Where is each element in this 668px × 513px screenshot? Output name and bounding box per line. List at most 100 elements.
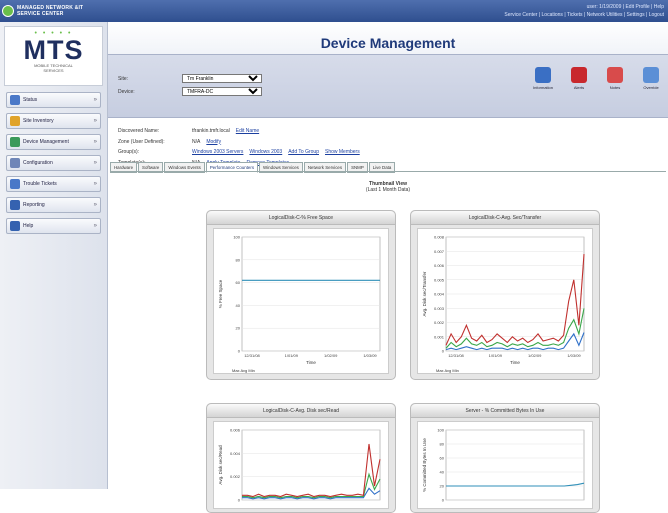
sidebar-item-3[interactable]: Configuration » (6, 155, 101, 171)
tool-label: Information (532, 85, 553, 90)
top-nav-links[interactable]: Service Center | Locations | Tickets | N… (504, 11, 664, 19)
top-bar: MANAGED NETWORK &IT SERVICE CENTER user: … (0, 0, 668, 22)
y-tick-label: 20 (236, 326, 241, 331)
sidebar-item-0[interactable]: Status » (6, 92, 101, 108)
property-link[interactable]: Edit Name (236, 128, 259, 134)
y-tick-label: 80 (236, 257, 241, 262)
brand-line-2: SERVICE CENTER (17, 11, 64, 17)
chevron-right-icon: » (93, 181, 97, 187)
sidebar-item-label: Site Inventory (23, 118, 54, 124)
notes-icon (607, 67, 623, 83)
alert-icon (571, 67, 587, 83)
main-content: Device Management Site: Tm Franklin Devi… (108, 22, 668, 513)
x-tick-label: 1/01/09 (285, 353, 299, 358)
sidebar-item-1[interactable]: Site Inventory » (6, 113, 101, 129)
device-label: Device: (118, 88, 135, 95)
x-axis-label: Time (510, 360, 520, 365)
y-tick-label: 60 (236, 280, 241, 285)
property-row: Group(s): Windows 2003 Servers Windows 200… (118, 147, 366, 158)
chart-panel-3: Server - % Committed Bytes In Use 100 80 60… (410, 403, 600, 513)
plot-area (241, 429, 381, 501)
sidebar-item-4[interactable]: Trouble Tickets » (6, 176, 101, 192)
y-tick-label: 0.002 (230, 474, 241, 479)
y-tick-label: 20 (440, 484, 445, 489)
property-link[interactable]: Windows 2003 Servers (192, 149, 243, 155)
y-tick-label: 40 (440, 470, 445, 475)
y-tick-label: 0.006 (434, 263, 445, 268)
x-tick-label: 12/31/08 (448, 353, 464, 358)
y-tick-label: 0 (442, 498, 445, 503)
y-tick-label: 0 (238, 498, 241, 503)
property-row: Discovered Name: tfrankin.tmfr.local Edit … (118, 126, 366, 137)
sidebar-item-6[interactable]: Help » (6, 218, 101, 234)
chart-legend: Max Avg Min (436, 368, 459, 373)
chart-title: LogicalDisk-C-Avg. Sec/Transfer (411, 211, 599, 225)
information-icon (535, 67, 551, 83)
property-link[interactable]: Show Members (325, 149, 360, 155)
x-tick-label: 1/03/09 (567, 353, 581, 358)
y-tick-label: 0.005 (434, 277, 445, 282)
y-tick-label: 0.008 (434, 235, 445, 240)
property-value: tfrankin.tmfr.local (192, 128, 230, 134)
sidebar-item-label: Reporting (23, 202, 45, 208)
tool-button-1[interactable]: Alerts (562, 67, 596, 90)
y-tick-label: 0.007 (434, 249, 445, 254)
chart-panel-2: LogicalDisk-C-Avg. Disk sec/Read 0.006 0.0… (206, 403, 396, 513)
property-row: Zone (User Defined): N/A Modify (118, 137, 366, 148)
x-tick-label: 12/31/08 (244, 353, 260, 358)
plot-area (445, 429, 585, 501)
site-label: Site: (118, 75, 129, 82)
y-tick-label: 0.004 (434, 292, 445, 297)
chevron-right-icon: » (93, 223, 97, 229)
property-key: Discovered Name: (118, 128, 160, 134)
nav-item-icon (10, 221, 20, 231)
property-link[interactable]: Windows 2003 (249, 149, 282, 155)
y-tick-label: 0 (442, 349, 445, 354)
property-key: Zone (User Defined): (118, 138, 165, 145)
y-tick-label: 0.006 (230, 428, 241, 433)
property-link[interactable]: Add To Group (288, 149, 319, 155)
x-tick-label: 1/02/09 (324, 353, 338, 358)
nav-item-icon (10, 158, 20, 168)
tool-button-3[interactable]: Override (634, 67, 668, 90)
y-tick-label: 0.003 (434, 306, 445, 311)
y-axis-label: % Committed Bytes In Use (422, 438, 427, 492)
chart-legend: Max Avg Min (232, 368, 255, 373)
chart-panel-1: LogicalDisk-C-Avg. Sec/Transfer 0.008 0.00… (410, 210, 600, 380)
chevron-right-icon: » (93, 97, 97, 103)
brand-logo-icon (2, 5, 14, 17)
y-tick-label: 0.002 (434, 320, 445, 325)
nav-item-icon (10, 116, 20, 126)
y-tick-label: 80 (440, 442, 445, 447)
sidebar-item-label: Help (23, 223, 34, 229)
tool-button-2[interactable]: Notes (598, 67, 632, 90)
filter-bar: Site: Tm Franklin Device: TMFRA-DC Infor… (108, 54, 668, 118)
user-links[interactable]: user: 1/19/2009 | Edit Profile | Help (504, 3, 664, 11)
logo-name: MTS (23, 35, 84, 65)
sidebar-item-2[interactable]: Device Management » (6, 134, 101, 150)
site-select[interactable]: Tm Franklin (182, 74, 262, 83)
x-axis-label: Time (306, 360, 316, 365)
chevron-right-icon: » (93, 160, 97, 166)
tool-label: Notes (609, 85, 621, 90)
x-tick-label: 1/01/09 (489, 353, 503, 358)
logo-sub-2: SERVICES (43, 68, 64, 73)
y-tick-label: 0.001 (434, 334, 445, 339)
y-axis-label: Avg. Disk sec/Read (218, 445, 223, 485)
tool-button-0[interactable]: Information (526, 67, 560, 90)
y-axis-label: Avg. Disk sec/Transfer (422, 271, 427, 317)
property-key: Group(s): (118, 149, 140, 155)
property-link[interactable]: Modify (206, 139, 221, 145)
device-select[interactable]: TMFRA-DC (182, 87, 262, 96)
chart-title: LogicalDisk-C-% Free Space (207, 211, 395, 225)
tool-label: Override (643, 85, 659, 90)
chart-title: Server - % Committed Bytes In Use (411, 404, 599, 418)
chart-svg: 0.006 0.004 0.002 0 Avg. Disk sec/Read (213, 421, 389, 509)
view-subtitle: (Last 1 Month Data) (365, 187, 411, 193)
chart-svg: 0.008 0.007 0.006 0.005 0.004 0.003 0.002 0.001… (417, 228, 593, 374)
sidebar-item-5[interactable]: Reporting » (6, 197, 101, 213)
chevron-right-icon: » (93, 139, 97, 145)
sidebar-item-label: Trouble Tickets (23, 181, 57, 187)
x-tick-label: 1/03/09 (363, 353, 377, 358)
tool-label: Alerts (573, 85, 585, 90)
